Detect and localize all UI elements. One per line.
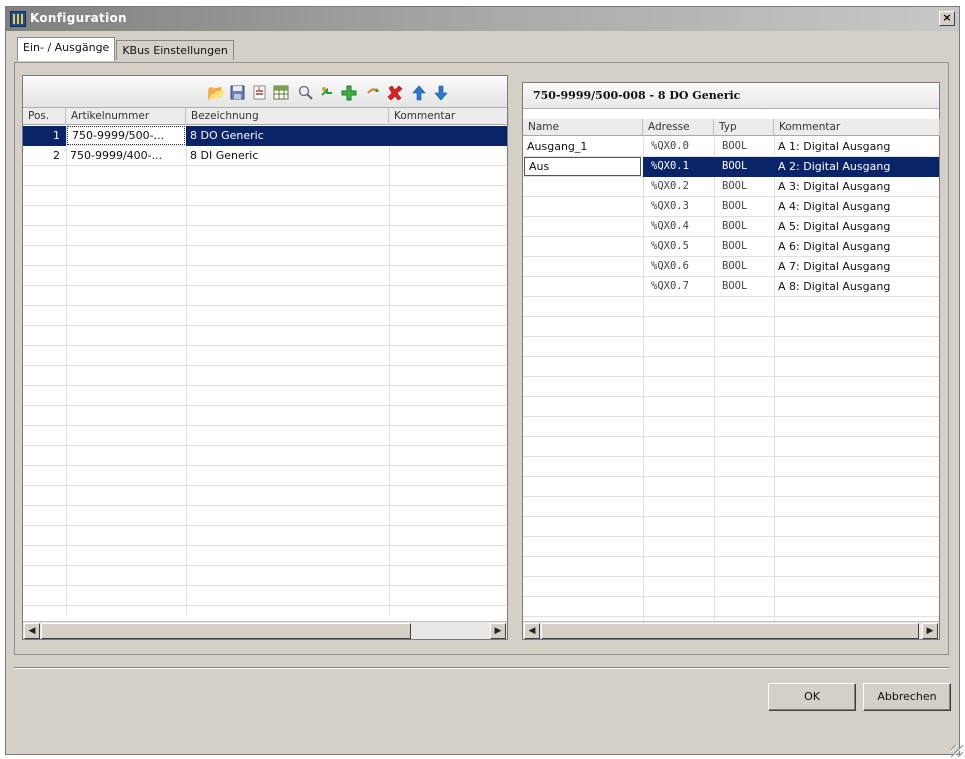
channel-type: BOOL <box>714 157 774 177</box>
table-row[interactable]: %QX0.4 BOOL A 5: Digital Ausgang <box>523 217 939 237</box>
scroll-thumb[interactable] <box>41 623 411 639</box>
channel-name <box>523 197 643 217</box>
separator <box>14 667 949 669</box>
channel-grid-header: Name Adresse Typ Kommentar <box>523 119 940 136</box>
tab-kbus-settings[interactable]: KBus Einstellungen <box>116 40 234 60</box>
col-channel-comment[interactable]: Kommentar <box>774 119 940 136</box>
module-toolbar: 📂 <box>23 76 507 108</box>
table-row[interactable]: 2 750-9999/400-... 8 DI Generic <box>23 146 507 166</box>
channel-address: %QX0.2 <box>651 180 689 192</box>
channel-type: BOOL <box>722 240 748 252</box>
search-icon[interactable] <box>297 85 313 101</box>
module-grid-header: Pos. Artikelnummer Bezeichnung Kommentar <box>23 108 509 125</box>
tab-io[interactable]: Ein- / Ausgänge <box>17 37 116 61</box>
channel-name <box>523 237 643 257</box>
channel-type: BOOL <box>722 180 748 192</box>
delete-icon[interactable] <box>387 85 403 101</box>
channel-comment: A 3: Digital Ausgang <box>778 180 891 193</box>
channel-name <box>523 177 643 197</box>
app-icon <box>10 11 26 27</box>
channel-name <box>523 257 643 277</box>
col-article-number[interactable]: Artikelnummer <box>66 108 186 125</box>
channel-name: Ausgang_1 <box>527 140 588 153</box>
channel-type: BOOL <box>722 260 748 272</box>
module-name: 8 DI Generic <box>190 149 259 162</box>
channel-address: %QX0.6 <box>651 260 689 272</box>
scroll-right-icon[interactable]: ▶ <box>490 623 506 639</box>
table-row[interactable]: 1 750-9999/500-... 8 DO Generic <box>23 126 507 146</box>
channel-name-editor[interactable]: Aus <box>524 157 641 176</box>
move-up-icon[interactable] <box>411 85 427 101</box>
refresh-icon[interactable] <box>365 85 381 101</box>
channel-comment: A 4: Digital Ausgang <box>778 200 891 213</box>
table-icon[interactable] <box>273 85 289 101</box>
transfer-icon[interactable] <box>319 85 335 101</box>
channel-comment: A 1: Digital Ausgang <box>778 140 891 153</box>
table-row[interactable]: %QX0.5 BOOL A 6: Digital Ausgang <box>523 237 939 257</box>
module-list-panel: 📂 Pos. Artikelnummer Bezeichnung Komment… <box>22 75 509 640</box>
save-icon[interactable] <box>229 85 245 101</box>
scroll-left-icon[interactable]: ◀ <box>524 623 540 639</box>
channel-comment: A 2: Digital Ausgang <box>774 157 939 177</box>
channel-grid: Ausgang_1 %QX0.0 BOOL A 1: Digital Ausga… <box>523 137 939 621</box>
module-article: 750-9999/400-... <box>70 149 163 162</box>
title-bar[interactable]: Konfiguration × <box>6 7 959 31</box>
channel-type: BOOL <box>722 140 748 152</box>
module-hscrollbar[interactable]: ◀ ▶ <box>23 621 507 639</box>
channel-address: %QX0.5 <box>651 240 689 252</box>
module-article: 750-9999/500-... <box>67 126 185 145</box>
table-row[interactable]: Aus %QX0.1 BOOL A 2: Digital Ausgang <box>523 157 939 177</box>
tab-strip: Ein- / Ausgänge KBus Einstellungen <box>17 37 235 62</box>
table-row[interactable]: %QX0.2 BOOL A 3: Digital Ausgang <box>523 177 939 197</box>
col-type[interactable]: Typ <box>714 119 774 136</box>
module-detail-title: 750-9999/500-008 - 8 DO Generic <box>523 83 939 109</box>
channel-type: BOOL <box>722 280 748 292</box>
scroll-left-icon[interactable]: ◀ <box>24 623 40 639</box>
table-row[interactable]: %QX0.7 BOOL A 8: Digital Ausgang <box>523 277 939 297</box>
table-row[interactable]: %QX0.6 BOOL A 7: Digital Ausgang <box>523 257 939 277</box>
col-name[interactable]: Name <box>523 119 643 136</box>
channel-type: BOOL <box>722 200 748 212</box>
move-down-icon[interactable] <box>433 85 449 101</box>
channel-address: %QX0.4 <box>651 220 689 232</box>
channel-address: %QX0.1 <box>643 157 714 177</box>
channel-name <box>523 217 643 237</box>
cancel-button[interactable]: Abbrechen <box>863 683 951 711</box>
channel-comment: A 8: Digital Ausgang <box>778 280 891 293</box>
scroll-right-icon[interactable]: ▶ <box>922 623 938 639</box>
channel-comment: A 7: Digital Ausgang <box>778 260 891 273</box>
table-row[interactable]: %QX0.3 BOOL A 4: Digital Ausgang <box>523 197 939 217</box>
ok-button[interactable]: OK <box>768 683 856 711</box>
channel-address: %QX0.3 <box>651 200 689 212</box>
module-name: 8 DO Generic <box>186 126 389 146</box>
window-title: Konfiguration <box>30 11 127 25</box>
resize-grip-icon[interactable] <box>951 745 963 757</box>
add-icon[interactable] <box>341 85 357 101</box>
col-pos[interactable]: Pos. <box>23 108 66 125</box>
channel-comment: A 5: Digital Ausgang <box>778 220 891 233</box>
channel-hscrollbar[interactable]: ◀ ▶ <box>523 621 939 639</box>
channel-address: %QX0.0 <box>651 140 689 152</box>
col-designation[interactable]: Bezeichnung <box>186 108 389 125</box>
channel-list-panel: 750-9999/500-008 - 8 DO Generic Name Adr… <box>522 82 940 640</box>
channel-address: %QX0.7 <box>651 280 689 292</box>
table-row[interactable]: Ausgang_1 %QX0.0 BOOL A 1: Digital Ausga… <box>523 137 939 157</box>
module-pos: 2 <box>53 149 60 162</box>
import-icon[interactable] <box>251 85 267 101</box>
module-comment <box>389 146 507 166</box>
channel-name <box>523 277 643 297</box>
col-comment[interactable]: Kommentar <box>389 108 509 125</box>
module-grid: 1 750-9999/500-... 8 DO Generic 2 750-99… <box>23 126 507 614</box>
module-comment <box>389 126 507 146</box>
channel-type: BOOL <box>722 220 748 232</box>
folder-open-icon[interactable]: 📂 <box>207 85 226 101</box>
close-button[interactable]: × <box>939 11 955 26</box>
col-address[interactable]: Adresse <box>643 119 714 136</box>
scroll-thumb[interactable] <box>541 623 919 639</box>
module-pos: 1 <box>23 126 66 146</box>
channel-comment: A 6: Digital Ausgang <box>778 240 891 253</box>
